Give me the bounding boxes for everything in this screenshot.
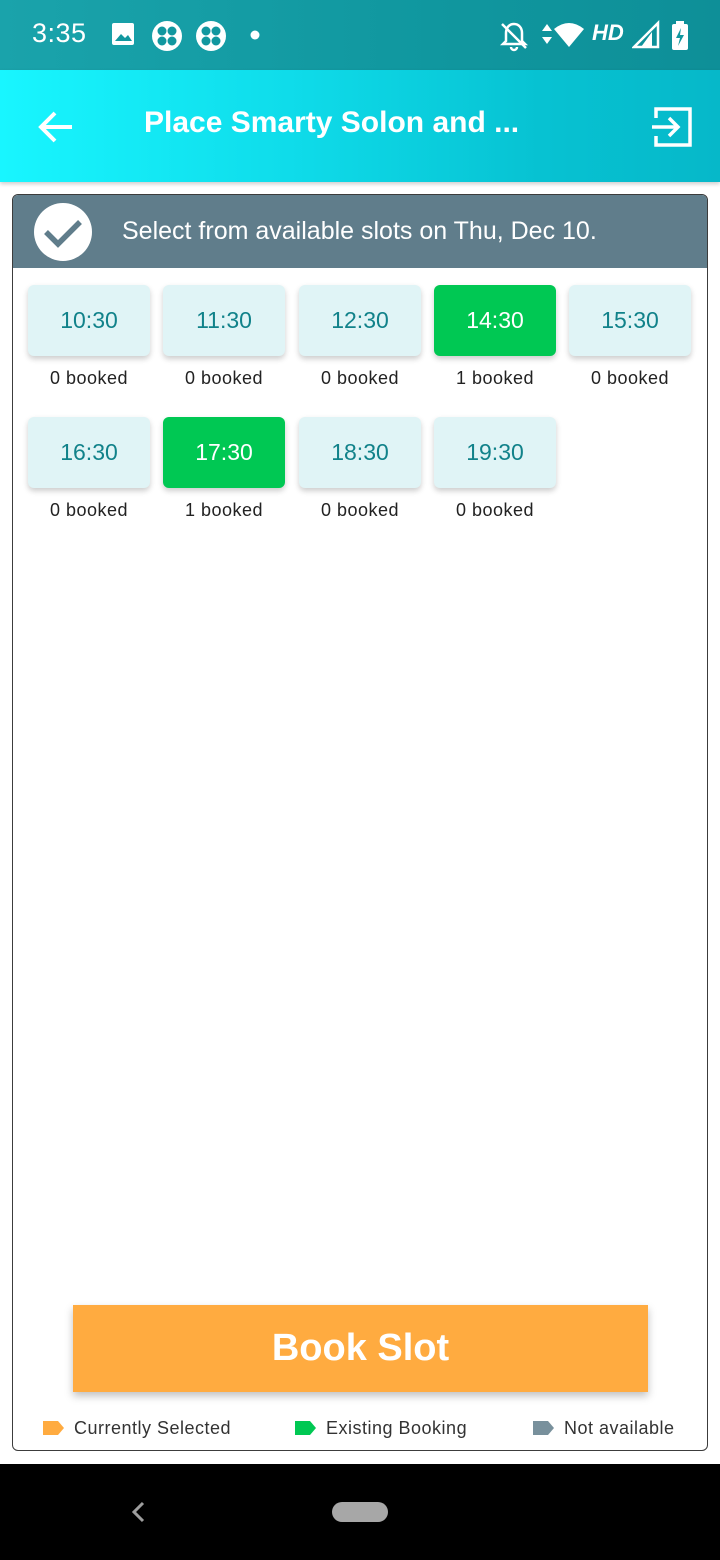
nav-back-icon[interactable] [128, 1498, 150, 1526]
check-circle-icon [34, 203, 92, 261]
slot-booked-count: 0 booked [590, 368, 670, 388]
slot-booked-count: 0 booked [49, 500, 129, 520]
slot-button-1430[interactable]: 14:30 [434, 285, 556, 356]
slot-booked-count: 1 booked [455, 368, 535, 388]
legend-label: Not available [564, 1417, 675, 1438]
notifications-off-icon [499, 22, 529, 52]
status-bar: 3:35 HD [0, 0, 720, 70]
battery-charging-icon [672, 21, 688, 50]
arrow-left-icon[interactable] [30, 102, 80, 152]
legend-label: Existing Booking [326, 1417, 468, 1438]
slot-booked-count: 0 booked [320, 500, 400, 520]
tag-icon [43, 1421, 64, 1435]
wifi-icon [554, 23, 584, 47]
header-instruction: Select from available slots on Thu, Dec … [122, 217, 597, 245]
slot-booked-count: 0 booked [49, 368, 129, 388]
legend-item-existing-booking: Existing Booking [293, 1416, 467, 1440]
card-header: Select from available slots on Thu, Dec … [13, 195, 707, 268]
exit-to-app-icon[interactable] [648, 102, 698, 152]
slot-button-1930[interactable]: 19:30 [434, 417, 556, 488]
slot-card: Select from available slots on Thu, Dec … [12, 194, 708, 1451]
slot-button-1830[interactable]: 18:30 [299, 417, 421, 488]
book-slot-button[interactable]: Book Slot [73, 1305, 648, 1392]
slot-button-1130[interactable]: 11:30 [163, 285, 285, 356]
status-time: 3:35 [32, 18, 87, 48]
legend-label: Currently Selected [74, 1417, 232, 1438]
app-grid-icon [152, 21, 182, 51]
slot-booked-count: 0 booked [184, 368, 264, 388]
system-nav-bar [0, 1464, 720, 1560]
app-bar: Place Smarty Solon and ... [0, 70, 720, 182]
nav-home-pill[interactable] [332, 1502, 388, 1522]
slot-button-1230[interactable]: 12:30 [299, 285, 421, 356]
slot-button-1630[interactable]: 16:30 [28, 417, 150, 488]
network-type-label: HD [592, 20, 624, 45]
tag-icon [533, 1421, 554, 1435]
dot-icon [250, 30, 260, 40]
legend-item-not-available: Not available [531, 1416, 675, 1440]
legend-item-currently-selected: Currently Selected [41, 1416, 231, 1440]
tag-icon [295, 1421, 316, 1435]
image-icon [112, 23, 134, 45]
page-title: Place Smarty Solon and ... [144, 106, 520, 139]
slot-booked-count: 1 booked [184, 500, 264, 520]
slot-button-1530[interactable]: 15:30 [569, 285, 691, 356]
app-grid-icon [196, 21, 226, 51]
slot-booked-count: 0 booked [455, 500, 535, 520]
slot-booked-count: 0 booked [320, 368, 400, 388]
slot-button-1030[interactable]: 10:30 [28, 285, 150, 356]
slot-button-1730[interactable]: 17:30 [163, 417, 285, 488]
signal-icon [632, 20, 660, 49]
